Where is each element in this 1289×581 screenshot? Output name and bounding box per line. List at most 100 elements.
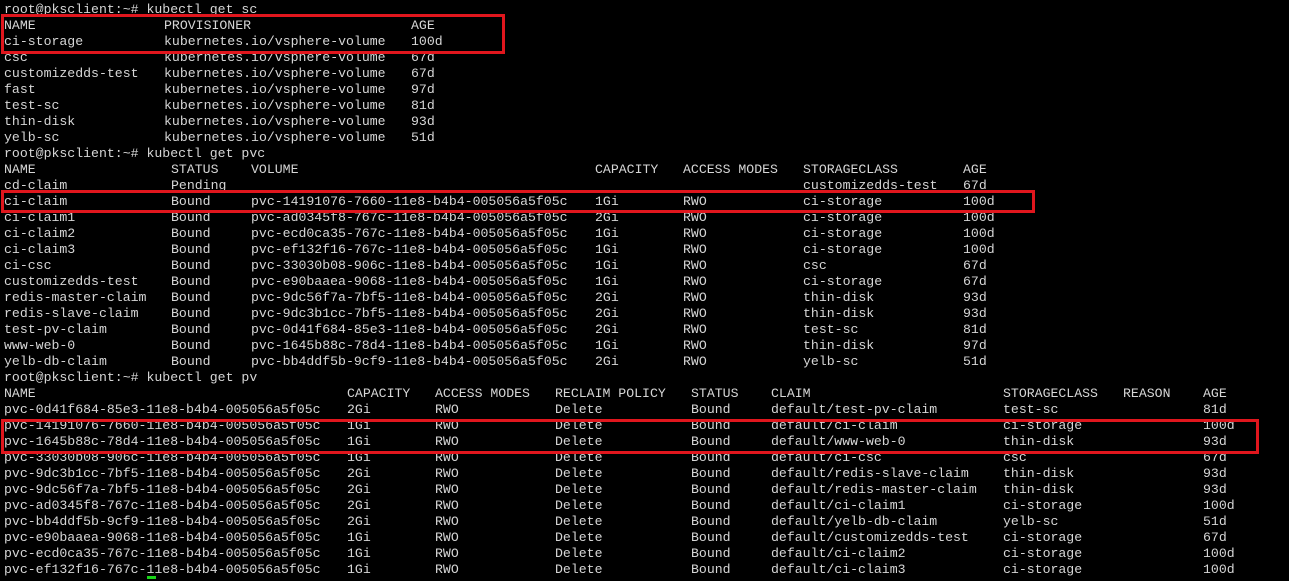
pv-capacity: 2Gi: [347, 466, 371, 481]
table-row: pvc-ad0345f8-767c-11e8-b4b4-005056a5f05c…: [4, 498, 1284, 514]
pvc-storageclass: ci-storage: [803, 210, 883, 225]
terminal-window[interactable]: root@pksclient:~# kubectl get sc NAME PR…: [0, 0, 1289, 581]
pvc-storageclass: ci-storage: [803, 242, 883, 257]
header-age: AGE: [963, 162, 987, 177]
pv-storageclass: test-sc: [1003, 402, 1059, 417]
sc-age: 67d: [411, 66, 435, 81]
pvc-age: 100d: [963, 194, 995, 209]
header-name: NAME: [4, 162, 36, 177]
pv-claim: default/ci-claim2: [771, 546, 906, 561]
sc-provisioner: kubernetes.io/vsphere-volume: [164, 82, 386, 97]
pv-status: Bound: [691, 418, 731, 433]
pv-access-modes: RWO: [435, 514, 459, 529]
header-reason: REASON: [1123, 386, 1171, 401]
pvc-name: yelb-db-claim: [4, 354, 107, 369]
table-row: ci-claim1 Bound pvc-ad0345f8-767c-11e8-b4b…: [4, 210, 1284, 226]
pv-age: 100d: [1203, 498, 1235, 513]
pv-status: Bound: [691, 514, 731, 529]
pv-storageclass: yelb-sc: [1003, 514, 1059, 529]
pv-status: Bound: [691, 450, 731, 465]
pvc-volume: pvc-ad0345f8-767c-11e8-b4b4-005056a5f05c: [251, 210, 568, 225]
pvc-access-modes: RWO: [683, 322, 707, 337]
pv-storageclass: thin-disk: [1003, 434, 1075, 449]
pv-reclaim-policy: Delete: [555, 466, 603, 481]
pv-claim: default/ci-claim3: [771, 562, 906, 577]
pvc-access-modes: RWO: [683, 290, 707, 305]
pv-table-header: NAME CAPACITY ACCESS MODES RECLAIM POLIC…: [4, 386, 1284, 402]
pv-claim: default/ci-csc: [771, 450, 882, 465]
pvc-volume: pvc-bb4ddf5b-9cf9-11e8-b4b4-005056a5f05c: [251, 354, 568, 369]
sc-age: 100d: [411, 34, 443, 49]
pvc-storageclass: ci-storage: [803, 194, 883, 209]
pvc-capacity: 2Gi: [595, 306, 619, 321]
pv-capacity: 2Gi: [347, 514, 371, 529]
pv-capacity: 1Gi: [347, 418, 371, 433]
pv-claim: default/redis-master-claim: [771, 482, 977, 497]
pvc-age: 100d: [963, 226, 995, 241]
pv-access-modes: RWO: [435, 530, 459, 545]
header-access-modes: ACCESS MODES: [435, 386, 530, 401]
table-row: pvc-1645b88c-78d4-11e8-b4b4-005056a5f05c…: [4, 434, 1284, 450]
header-storageclass: STORAGECLASS: [803, 162, 898, 177]
pv-name: pvc-ecd0ca35-767c-11e8-b4b4-005056a5f05c: [4, 546, 321, 561]
pvc-capacity: 1Gi: [595, 338, 619, 353]
table-row: yelb-db-claim Bound pvc-bb4ddf5b-9cf9-11e8…: [4, 354, 1284, 370]
pvc-status: Bound: [171, 338, 211, 353]
pvc-volume: pvc-1645b88c-78d4-11e8-b4b4-005056a5f05c: [251, 338, 568, 353]
command-line-get-sc: root@pksclient:~# kubectl get sc: [4, 2, 1284, 18]
table-row: ci-csc Bound pvc-33030b08-906c-11e8-b4b4-0…: [4, 258, 1284, 274]
pv-access-modes: RWO: [435, 498, 459, 513]
pv-reclaim-policy: Delete: [555, 562, 603, 577]
table-row: customizedds-test Bound pvc-e90baaea-9068-…: [4, 274, 1284, 290]
pv-status: Bound: [691, 530, 731, 545]
header-age: AGE: [1203, 386, 1227, 401]
table-row: pvc-ef132f16-767c-11e8-b4b4-005056a5f05c…: [4, 562, 1284, 578]
pv-name: pvc-9dc56f7a-7bf5-11e8-b4b4-005056a5f05c: [4, 482, 321, 497]
header-name: NAME: [4, 18, 36, 33]
header-volume: VOLUME: [251, 162, 299, 177]
pv-age: 67d: [1203, 530, 1227, 545]
sc-name: ci-storage: [4, 34, 84, 49]
sc-age: 93d: [411, 114, 435, 129]
sc-age: 51d: [411, 130, 435, 145]
pv-claim: default/ci-claim1: [771, 498, 906, 513]
pvc-age: 100d: [963, 210, 995, 225]
pv-reclaim-policy: Delete: [555, 434, 603, 449]
sc-name: yelb-sc: [4, 130, 60, 145]
command-text: kubectl get sc: [146, 2, 258, 17]
pv-reclaim-policy: Delete: [555, 498, 603, 513]
table-row: ci-storage kubernetes.io/vsphere-volume 10…: [4, 34, 1284, 50]
pv-reclaim-policy: Delete: [555, 514, 603, 529]
pv-access-modes: RWO: [435, 482, 459, 497]
pv-storageclass: csc: [1003, 450, 1027, 465]
pvc-capacity: 2Gi: [595, 290, 619, 305]
pv-access-modes: RWO: [435, 418, 459, 433]
pv-age: 51d: [1203, 514, 1227, 529]
pv-name: pvc-0d41f684-85e3-11e8-b4b4-005056a5f05c: [4, 402, 321, 417]
pv-age: 93d: [1203, 482, 1227, 497]
pvc-status: Bound: [171, 290, 211, 305]
pvc-age: 81d: [963, 322, 987, 337]
command-line-get-pvc: root@pksclient:~# kubectl get pvc: [4, 146, 1284, 162]
header-capacity: CAPACITY: [347, 386, 411, 401]
pvc-volume: pvc-e90baaea-9068-11e8-b4b4-005056a5f05c: [251, 274, 568, 289]
pvc-storageclass: yelb-sc: [803, 354, 859, 369]
pvc-storageclass: thin-disk: [803, 338, 875, 353]
table-row: test-sc kubernetes.io/vsphere-volume 81d: [4, 98, 1284, 114]
pvc-capacity: 1Gi: [595, 274, 619, 289]
table-row: redis-slave-claim Bound pvc-9dc3b1cc-7bf5-…: [4, 306, 1284, 322]
sc-table-header: NAME PROVISIONER AGE: [4, 18, 1284, 34]
pv-name: pvc-1645b88c-78d4-11e8-b4b4-005056a5f05c: [4, 434, 321, 449]
pvc-volume: pvc-0d41f684-85e3-11e8-b4b4-005056a5f05c: [251, 322, 568, 337]
pv-capacity: 1Gi: [347, 450, 371, 465]
table-row: pvc-14191076-7660-11e8-b4b4-005056a5f05c…: [4, 418, 1284, 434]
pvc-capacity: 2Gi: [595, 210, 619, 225]
shell-prompt: root@pksclient:~#: [4, 2, 147, 17]
table-row: pvc-bb4ddf5b-9cf9-11e8-b4b4-005056a5f05c…: [4, 514, 1284, 530]
table-row: yelb-sc kubernetes.io/vsphere-volume 51d: [4, 130, 1284, 146]
pv-access-modes: RWO: [435, 546, 459, 561]
pv-claim: default/test-pv-claim: [771, 402, 938, 417]
sc-name: csc: [4, 50, 28, 65]
pvc-storageclass: csc: [803, 258, 827, 273]
pv-storageclass: ci-storage: [1003, 498, 1083, 513]
